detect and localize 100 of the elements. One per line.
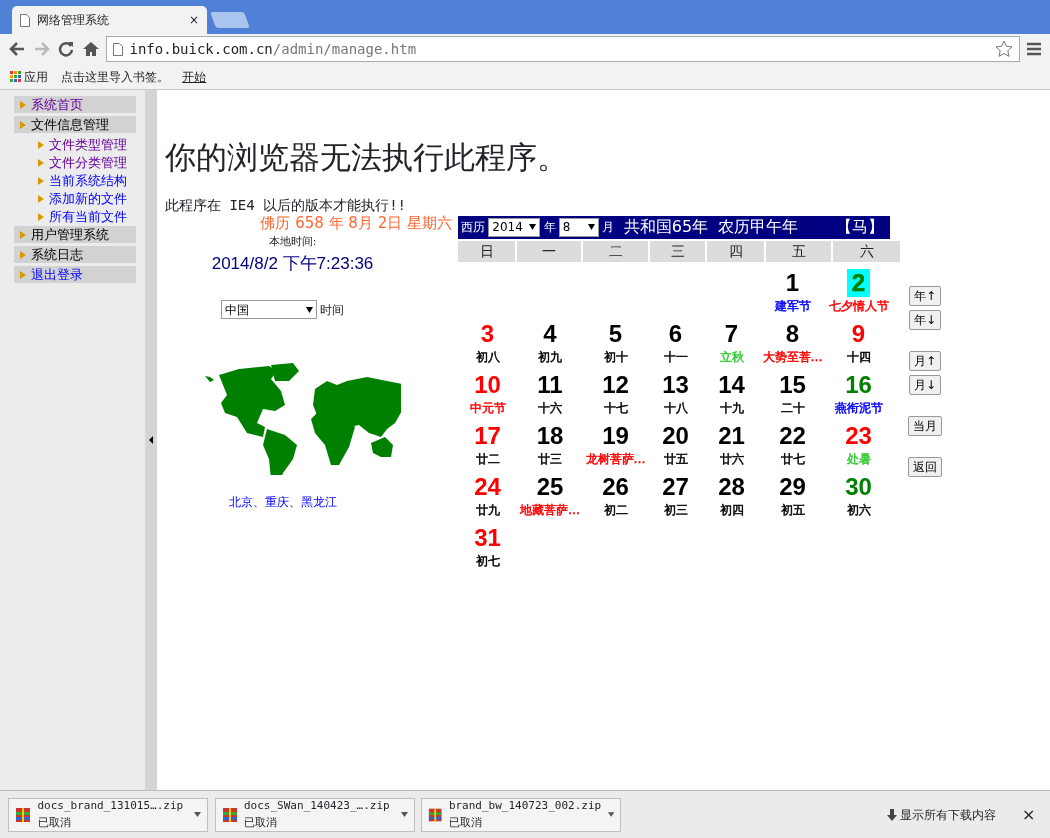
day-number[interactable]: 29: [776, 472, 809, 501]
bookmark-link[interactable]: 点击这里导入书签。: [61, 67, 170, 86]
lunar-date: 初四: [719, 501, 744, 519]
day-number[interactable]: 17: [471, 421, 504, 450]
lunar-date: 初三: [663, 501, 688, 519]
day-number[interactable]: 1: [782, 268, 803, 297]
day-number[interactable]: 11: [534, 370, 566, 399]
tab-close-button[interactable]: ×: [188, 11, 199, 29]
year-select[interactable]: 2014: [488, 217, 541, 237]
download-filename: docs_SWan_140423_….zip: [244, 798, 391, 814]
city-list[interactable]: 北京、重庆、黑龙江: [228, 493, 337, 511]
sidebar-subitem[interactable]: 文件分类管理: [32, 154, 145, 172]
close-downloads-button[interactable]: ×: [1022, 802, 1036, 827]
header-text: 西历: [461, 219, 485, 236]
sidebar-subitem[interactable]: 文件类型管理: [32, 136, 145, 154]
day-number[interactable]: 8: [782, 319, 803, 348]
lunar-date: 大势至菩…: [762, 348, 823, 366]
collapse-arrow-icon[interactable]: [149, 436, 153, 444]
sidebar-subitem[interactable]: 当前系统结构: [32, 172, 145, 190]
lunar-date: 廿六: [719, 450, 744, 468]
lunar-date: 十八: [663, 399, 688, 417]
day-number[interactable]: 16: [842, 370, 875, 399]
day-number[interactable]: 31: [471, 523, 504, 552]
reload-icon[interactable]: [57, 40, 75, 58]
sidebar-item[interactable]: 系统首页: [14, 96, 136, 113]
weekday-heading: 三: [650, 240, 705, 262]
bookmark-link[interactable]: 开始: [182, 67, 207, 86]
show-all-downloads-link[interactable]: 显示所有下载内容: [886, 805, 997, 824]
day-number[interactable]: 5: [605, 319, 626, 348]
day-number[interactable]: 6: [665, 319, 686, 348]
sidebar-item[interactable]: 退出登录: [14, 266, 136, 283]
month-select[interactable]: 8: [558, 217, 599, 237]
day-number[interactable]: 3: [477, 319, 498, 348]
day-number[interactable]: 10: [471, 370, 504, 399]
header-text: 农历甲午年: [717, 216, 798, 238]
lunar-date: 二十: [780, 399, 805, 417]
day-number[interactable]: 24: [471, 472, 504, 501]
download-status: 已取消: [448, 814, 483, 831]
header-text: 年: [543, 219, 556, 236]
calendar-nav-button[interactable]: 月↑: [908, 350, 942, 371]
local-time: 2014/8/2 下午7:23:36: [211, 252, 374, 275]
triangle-icon: [38, 159, 44, 167]
dropdown-arrow-icon: [587, 224, 595, 230]
lunar-date: 十四: [846, 348, 871, 366]
archive-icon: [221, 806, 238, 823]
calendar-nav-button[interactable]: 年↑: [908, 285, 942, 306]
home-icon[interactable]: [81, 40, 100, 58]
day-number[interactable]: 30: [842, 472, 875, 501]
download-item[interactable]: docs_brand_131015….zip 已取消: [8, 797, 208, 832]
download-item[interactable]: brand_bw_140723_002.zip 已取消: [421, 797, 621, 832]
lunar-date: 初九: [538, 348, 562, 366]
day-number[interactable]: 14: [715, 370, 748, 399]
lunar-date: 处暑: [846, 450, 871, 468]
notice-text: 此程序在 IE4 以后的版本才能执行!!: [165, 195, 407, 215]
menu-icon[interactable]: [1026, 41, 1042, 57]
day-number[interactable]: 27: [659, 472, 692, 501]
day-number[interactable]: 13: [659, 370, 692, 399]
day-number[interactable]: 4: [540, 319, 560, 348]
day-number[interactable]: 22: [776, 421, 809, 450]
day-number[interactable]: 21: [715, 421, 748, 450]
back-icon[interactable]: [8, 40, 26, 58]
dropdown-arrow-icon: [194, 812, 201, 817]
lunar-date: 初七: [475, 552, 500, 570]
day-number[interactable]: 20: [659, 421, 692, 450]
address-bar[interactable]: info.buick.com.cn/admin/manage.htm: [106, 36, 1020, 62]
sidebar-item[interactable]: 系统日志: [14, 246, 136, 263]
day-number[interactable]: 25: [533, 472, 567, 501]
day-number[interactable]: 26: [599, 472, 632, 501]
day-number[interactable]: 2: [848, 268, 869, 297]
day-number[interactable]: 12: [599, 370, 632, 399]
day-number[interactable]: 19: [599, 421, 632, 450]
sidebar-item[interactable]: 用户管理系统: [14, 226, 136, 243]
sidebar-subitem[interactable]: 添加新的文件: [32, 190, 145, 208]
download-item[interactable]: docs_SWan_140423_….zip 已取消: [214, 797, 415, 832]
lunar-date: 十九: [719, 399, 744, 417]
apps-icon: [10, 71, 21, 82]
day-number[interactable]: 28: [715, 472, 748, 501]
browser-tab[interactable]: 网络管理系统 ×: [12, 6, 207, 34]
day-number[interactable]: 7: [721, 319, 742, 348]
header-text: 8: [562, 219, 571, 236]
apps-bookmark[interactable]: 应用: [10, 67, 49, 86]
header-text: 【马】: [835, 216, 884, 238]
lunar-date: 廿二: [475, 450, 500, 468]
calendar-nav-button[interactable]: 年↓: [908, 309, 942, 330]
download-filename: brand_bw_140723_002.zip: [448, 798, 602, 814]
page-title: 你的浏览器无法执行此程序。: [165, 138, 569, 177]
region-select[interactable]: 中国: [220, 300, 317, 319]
header-text: 2014: [492, 219, 523, 236]
star-icon[interactable]: [994, 40, 1013, 58]
day-number[interactable]: 23: [842, 421, 875, 450]
download-filename: docs_brand_131015….zip: [37, 798, 185, 814]
day-number[interactable]: 18: [533, 421, 567, 450]
calendar-nav-button[interactable]: 当月: [908, 415, 942, 436]
sidebar-item[interactable]: 文件信息管理: [14, 116, 136, 133]
day-number[interactable]: 9: [848, 319, 869, 348]
lunar-date: 廿三: [538, 450, 562, 468]
weekday-heading: 六: [833, 240, 900, 262]
day-number[interactable]: 15: [776, 370, 809, 399]
calendar-nav-button[interactable]: 返回: [908, 456, 942, 477]
calendar-nav-button[interactable]: 月↓: [908, 374, 942, 395]
